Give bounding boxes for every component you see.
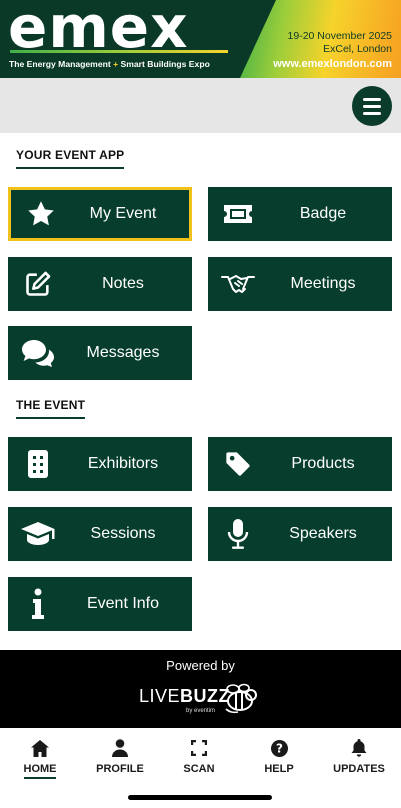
brand-subtitle: by eventim — [186, 708, 216, 714]
tile-label: Event Info — [86, 595, 160, 612]
tab-label: HELP — [264, 763, 294, 775]
hamburger-menu-button[interactable] — [352, 86, 392, 126]
tag-icon — [208, 450, 268, 478]
scan-icon — [164, 738, 234, 758]
tab-label: HOME — [5, 763, 75, 779]
tile-my-event[interactable]: My Event — [8, 187, 192, 241]
section-title-your-event-app: YOUR EVENT APP — [16, 148, 124, 169]
section-title-the-event: THE EVENT — [16, 398, 85, 419]
microphone-icon — [208, 518, 268, 550]
person-icon — [85, 738, 155, 758]
tab-scan[interactable]: SCAN — [164, 738, 234, 775]
logo-underline — [10, 50, 228, 53]
svg-text:?: ? — [276, 741, 283, 755]
tile-sessions[interactable]: Sessions — [8, 507, 192, 561]
help-icon: ? — [244, 738, 314, 758]
building-icon — [8, 449, 68, 479]
tile-label: Exhibitors — [87, 455, 159, 472]
home-indicator — [128, 795, 272, 800]
chat-bubbles-icon — [8, 338, 68, 368]
tile-messages[interactable]: Messages — [8, 326, 192, 380]
tile-label: Sessions — [90, 525, 156, 542]
tile-label: My Event — [89, 205, 157, 222]
bell-icon — [324, 738, 394, 758]
tile-exhibitors[interactable]: Exhibitors — [8, 437, 192, 491]
tab-help[interactable]: ? HELP — [244, 738, 314, 775]
tab-updates[interactable]: UPDATES — [324, 738, 394, 775]
tile-products[interactable]: Products — [208, 437, 392, 491]
tile-meetings[interactable]: Meetings — [208, 257, 392, 311]
ticket-icon — [208, 202, 268, 226]
banner-tagline: The Energy Management + Smart Buildings … — [9, 59, 210, 69]
tile-label: Products — [291, 455, 355, 472]
tab-label: PROFILE — [96, 763, 144, 775]
tile-label: Badge — [299, 205, 347, 222]
tile-badge[interactable]: Badge — [208, 187, 392, 241]
tile-event-info[interactable]: Event Info — [8, 577, 192, 631]
powered-by-footer: Powered by LIVEBUZZ by eventim — [0, 650, 401, 728]
tab-profile[interactable]: PROFILE — [85, 738, 155, 775]
tile-label: Messages — [86, 344, 160, 361]
graduation-cap-icon — [8, 520, 68, 548]
handshake-icon — [208, 271, 268, 297]
event-banner: emex The Energy Management + Smart Build… — [0, 0, 401, 78]
event-dates: 19-20 November 2025 ExCel, London — [287, 30, 392, 55]
tab-home[interactable]: HOME — [5, 738, 75, 779]
tile-label: Notes — [102, 275, 144, 292]
tile-label: Meetings — [290, 275, 356, 292]
bee-icon — [225, 683, 257, 714]
livebuzz-logo: LIVEBUZZ — [139, 686, 231, 706]
tab-label: UPDATES — [333, 763, 385, 775]
powered-by-text: Powered by — [166, 658, 235, 673]
edit-icon — [8, 270, 68, 298]
event-website: www.emexlondon.com — [273, 58, 392, 70]
info-icon — [8, 588, 68, 620]
tile-notes[interactable]: Notes — [8, 257, 192, 311]
home-icon — [5, 738, 75, 758]
top-nav-strip — [0, 78, 401, 133]
star-icon — [11, 199, 71, 229]
tile-speakers[interactable]: Speakers — [208, 507, 392, 561]
tile-label: Speakers — [289, 525, 357, 542]
tab-label: SCAN — [183, 763, 215, 775]
